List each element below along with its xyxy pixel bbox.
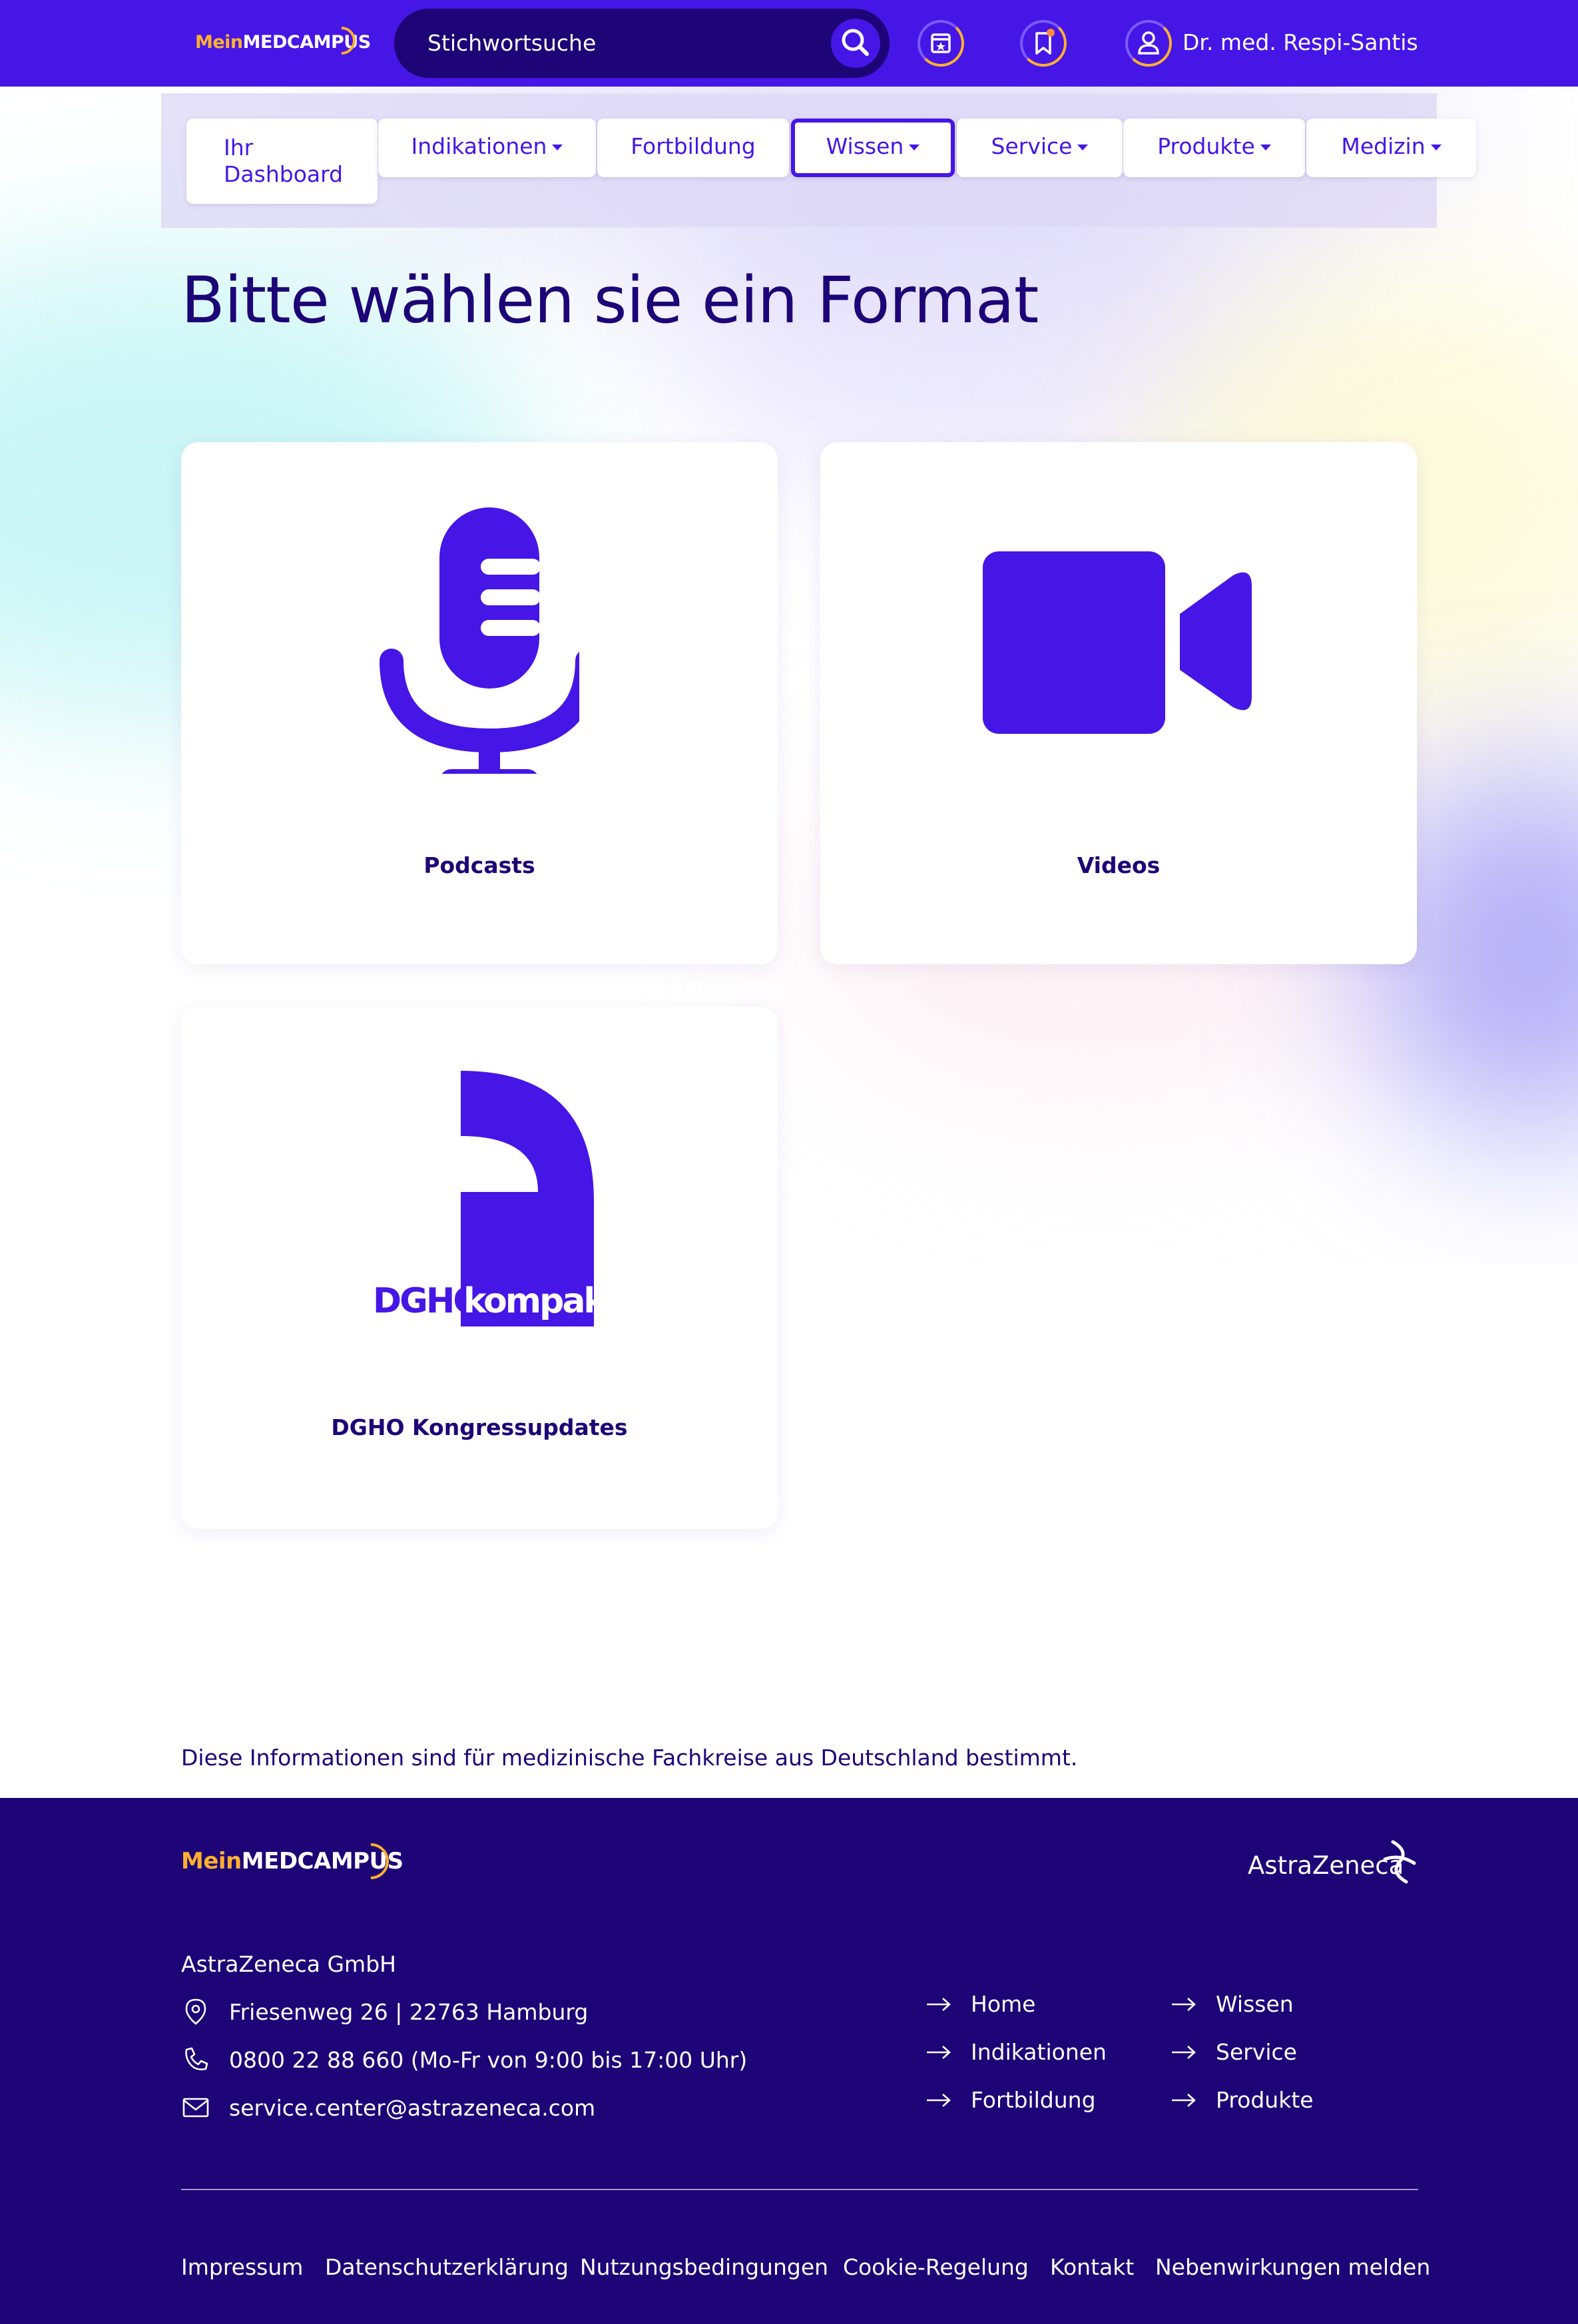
arrow-right-icon	[1172, 2046, 1196, 2059]
user-name[interactable]: Dr. med. Respi-Santis	[1183, 29, 1418, 55]
address-text: Friesenweg 26 | 22763 Hamburg	[229, 1999, 589, 2025]
arrow-right-icon	[1172, 2094, 1196, 2107]
arrow-right-icon	[1172, 1998, 1196, 2011]
caret-down-icon	[909, 145, 920, 150]
caret-down-icon	[1260, 145, 1271, 150]
profile-button[interactable]	[1125, 20, 1172, 67]
search-bar[interactable]: Stichwortsuche	[394, 9, 890, 78]
nav-medizin[interactable]: Medizin	[1306, 119, 1476, 177]
nav-dashboard[interactable]: Ihr Dashboard	[186, 119, 378, 204]
top-bar: MeinMEDCAMPUS Stichwortsuche Dr. med. Re…	[0, 0, 1578, 87]
caret-down-icon	[1430, 145, 1442, 150]
phone-text: 0800 22 88 660 (Mo-Fr von 9:00 bis 17:00…	[229, 2047, 748, 2073]
caret-down-icon	[1077, 145, 1089, 150]
format-card-dgho[interactable]: DGHO kompakt DGHO Kongressupdates	[181, 1007, 778, 1529]
location-pin-icon	[185, 1998, 206, 2025]
user-icon	[1138, 31, 1159, 55]
arrow-right-icon	[927, 2094, 951, 2107]
bookmark-icon	[1035, 29, 1055, 55]
nav-indikationen-label: Indikationen	[411, 133, 547, 159]
format-card-podcasts[interactable]: Podcasts	[181, 442, 778, 964]
caret-down-icon	[552, 145, 563, 150]
card-label-podcasts: Podcasts	[423, 852, 535, 878]
company-name: AstraZeneca GmbH	[181, 1951, 396, 1977]
video-camera-icon	[983, 551, 1252, 734]
nav-dashboard-label: Ihr Dashboard	[224, 135, 344, 187]
microphone-icon	[380, 507, 579, 774]
nav-service[interactable]: Service	[957, 119, 1123, 177]
disclaimer-text: Diese Informationen sind für medizinisch…	[181, 1745, 1078, 1771]
legal-link-nutzungsbedingungen[interactable]: Nutzungsbedingungen	[580, 2254, 828, 2280]
nav-indikationen[interactable]: Indikationen	[378, 119, 596, 177]
footer: MeinMEDCAMPUS AstraZeneca AstraZeneca Gm…	[0, 1798, 1578, 2324]
footer-logo-arc-icon	[345, 1835, 397, 1887]
nav-fortbildung[interactable]: Fortbildung	[597, 119, 789, 177]
phone-icon	[185, 2047, 208, 2070]
legal-link-kontakt[interactable]: Kontakt	[1050, 2254, 1134, 2280]
page-title: Bitte wählen sie ein Format	[181, 263, 1039, 338]
card-label-videos: Videos	[1077, 852, 1161, 878]
nav-medizin-label: Medizin	[1341, 133, 1426, 159]
astrazeneca-symbol-icon	[1383, 1840, 1416, 1884]
legal-link-cookie-regelung[interactable]: Cookie-Regelung	[843, 2254, 1029, 2280]
bookmarks-button[interactable]	[1020, 20, 1067, 67]
nav-wissen-label: Wissen	[826, 133, 904, 159]
nav-produkte-label: Produkte	[1157, 133, 1255, 159]
format-card-videos[interactable]: Videos	[820, 442, 1417, 964]
email-text: service.center@astrazeneca.com	[229, 2095, 596, 2121]
envelope-icon	[182, 2098, 209, 2118]
calendar-button[interactable]	[918, 20, 964, 67]
search-input[interactable]: Stichwortsuche	[427, 30, 596, 56]
logo-arc-icon	[322, 21, 362, 61]
dgho-kompakt-logo: DGHO kompakt	[373, 1071, 621, 1334]
arrow-right-icon	[927, 1998, 951, 2011]
calendar-icon	[931, 33, 951, 53]
arrow-right-icon	[927, 2046, 951, 2059]
footer-divider	[181, 2189, 1418, 2190]
legal-link-datenschutz[interactable]: Datenschutzerklärung	[325, 2254, 569, 2280]
card-label-dgho: DGHO Kongressupdates	[331, 1414, 628, 1440]
search-button[interactable]	[831, 19, 880, 68]
nav-wissen[interactable]: Wissen	[791, 119, 955, 177]
search-icon	[842, 29, 869, 56]
nav-service-label: Service	[991, 133, 1073, 159]
legal-link-impressum[interactable]: Impressum	[181, 2254, 303, 2280]
nav-produkte[interactable]: Produkte	[1123, 119, 1305, 177]
dgho-logo-kompakt-text: kompakt	[463, 1281, 621, 1321]
legal-link-nebenwirkungen[interactable]: Nebenwirkungen melden	[1155, 2254, 1430, 2280]
nav-fortbildung-label: Fortbildung	[631, 133, 756, 159]
